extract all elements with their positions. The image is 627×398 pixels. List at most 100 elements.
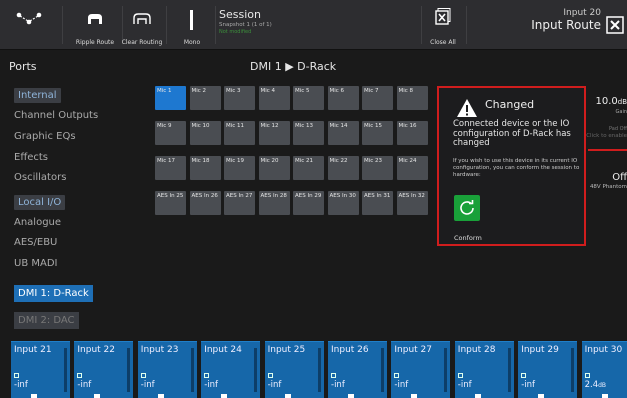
link-icon [77,373,83,378]
strip-level-value: 2.4 [584,380,599,390]
strip-level-value: -inf [77,380,92,390]
sidebar-item[interactable]: Graphic EQs [14,131,76,142]
ripple-route-icon [87,10,103,29]
strip-level: -inf [521,380,535,390]
port-cell[interactable]: Mic 10 [189,121,221,145]
channel-strip[interactable]: Input 23 -inf [137,341,197,398]
close-all-button[interactable]: Close All [421,0,465,50]
sidebar-item[interactable]: Internal [14,88,61,103]
pad-label: Pad Off [609,126,627,132]
sidebar-item[interactable]: Channel Outputs [14,110,98,121]
strip-level: -inf [458,380,472,390]
port-cell[interactable]: Mic 7 [362,86,393,110]
channel-strip[interactable]: Input 21 -inf [11,341,70,398]
mono-button[interactable]: Mono [172,0,212,50]
port-cell[interactable]: Mic 21 [293,156,324,180]
sidebar-item[interactable]: Analogue [14,217,61,228]
port-cell[interactable]: Mic 16 [396,121,428,145]
port-cell[interactable]: Mic 14 [327,121,359,145]
port-cell[interactable]: AES In 32 [396,191,428,215]
close-window-button[interactable] [606,16,624,34]
channel-strip[interactable]: Input 28 -inf [454,341,514,398]
fader-cap[interactable] [538,394,545,398]
strip-name: Input 23 [140,345,179,355]
link-icon [331,373,336,378]
clear-routing-label: Clear Routing [121,39,163,46]
strip-level: -inf [141,380,155,390]
port-cell[interactable]: Mic 1 [155,86,186,110]
port-cell[interactable]: Mic 6 [327,86,359,110]
fader-cap[interactable] [94,394,101,398]
fader-cap[interactable] [348,394,354,398]
fader-cap[interactable] [284,394,291,398]
port-cell[interactable]: Mic 3 [224,86,255,110]
sidebar-item[interactable]: DMI 2: DAC [14,312,79,329]
session-status: Not modified [219,29,252,35]
input-route-header: Input 20 Input Route [531,8,601,32]
conform-button[interactable] [454,195,480,221]
port-cell[interactable]: AES In 26 [189,191,221,215]
sidebar-item[interactable]: UB MADI [14,258,57,269]
channel-strip[interactable]: Input 29 -inf [518,341,578,398]
sidebar-item[interactable]: DMI 1: D-Rack [14,285,93,302]
port-cell[interactable]: AES In 29 [293,191,324,215]
fader-cap[interactable] [601,394,608,398]
port-cell[interactable]: Mic 12 [258,121,290,145]
fader-cap[interactable] [474,394,481,398]
level-meter [127,348,131,392]
port-cell[interactable]: Mic 9 [155,121,186,145]
gain-readout[interactable]: 10.0dB [595,96,627,107]
sidebar-item[interactable]: Local I/O [14,195,66,210]
port-cell[interactable]: Mic 2 [189,86,221,110]
link-icon [394,373,400,378]
routing-menu-button[interactable] [0,0,58,50]
port-cell[interactable]: AES In 31 [362,191,393,215]
port-cell[interactable]: Mic 24 [396,156,428,180]
link-icon [521,373,527,378]
level-meter [254,348,258,392]
phantom-value[interactable]: Off [612,172,627,183]
port-cell[interactable]: AES In 25 [155,191,186,215]
port-cell[interactable]: Mic 11 [224,121,255,145]
port-cell[interactable]: Mic 19 [224,156,255,180]
port-cell[interactable]: Mic 20 [258,156,290,180]
clear-routing-button[interactable]: Clear Routing [122,0,162,50]
port-cell[interactable]: AES In 30 [327,191,359,215]
port-cell[interactable]: Mic 15 [362,121,393,145]
pad-hint[interactable]: Click to enable [586,133,627,139]
sidebar-item[interactable]: Oscillators [14,172,66,183]
gain-value: 10.0 [595,96,618,107]
port-cell[interactable]: Mic 5 [293,86,324,110]
channel-strip[interactable]: Input 26 -inf [328,341,387,398]
port-cell[interactable]: Mic 18 [189,156,221,180]
port-cell[interactable]: Mic 4 [258,86,290,110]
port-cell[interactable]: Mic 17 [155,156,186,180]
level-meter [507,348,511,392]
sidebar-item[interactable]: Effects [14,152,48,163]
strip-name: Input 28 [457,345,496,355]
ripple-route-button[interactable]: Ripple Route [70,0,120,50]
port-cell[interactable]: Mic 23 [362,156,393,180]
sidebar-item[interactable]: AES/EBU [14,237,57,248]
dialog-heading: Changed [485,98,535,111]
channel-strip[interactable]: Input 25 -inf [264,341,324,398]
strip-name: Input 24 [204,345,242,355]
port-cell[interactable]: AES In 28 [258,191,290,215]
fader-cap[interactable] [31,394,37,398]
fader-cap[interactable] [157,394,164,398]
channel-strip[interactable]: Input 22 -inf [74,341,134,398]
channel-strip[interactable]: Input 30 2.4dB [581,341,627,398]
ports-title: Ports [9,60,37,73]
port-cell[interactable]: Mic 13 [293,121,324,145]
fader-cap[interactable] [411,394,418,398]
level-meter [444,348,448,392]
strip-level-value: -inf [331,380,345,390]
port-cell[interactable]: Mic 8 [396,86,428,110]
channel-strip[interactable]: Input 27 -inf [391,341,451,398]
port-cell[interactable]: AES In 27 [224,191,255,215]
level-meter [64,348,67,392]
port-cell[interactable]: Mic 22 [327,156,359,180]
fader-cap[interactable] [221,394,228,398]
top-toolbar: Ripple Route Clear Routing Mono Session … [0,0,627,50]
channel-strip[interactable]: Input 24 -inf [201,341,261,398]
